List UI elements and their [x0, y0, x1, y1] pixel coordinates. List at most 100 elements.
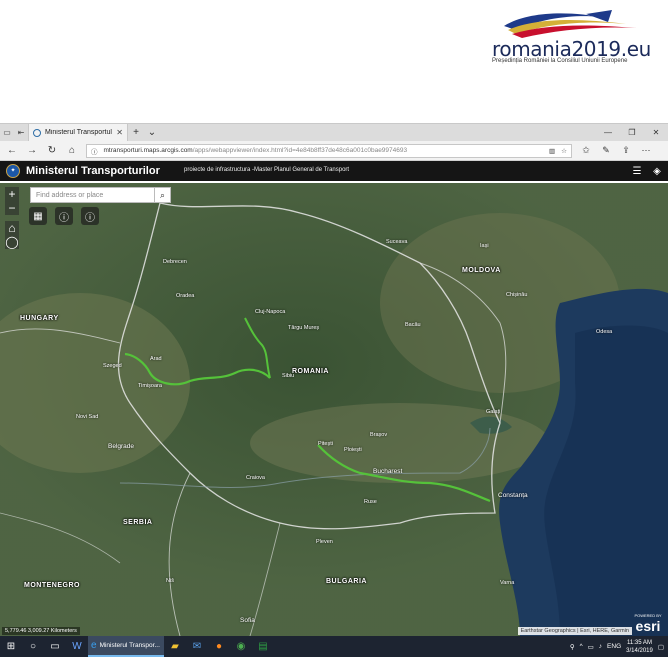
city-label: Ruse [364, 499, 377, 505]
locate-icon[interactable]: ◯ [5, 235, 19, 249]
browser-tab[interactable]: Ministerul Transportulu ✕ [28, 124, 128, 141]
city-label: Iași [480, 243, 489, 249]
satellite-basemap [0, 183, 668, 636]
city-label: Sibiu [282, 373, 295, 379]
esri-logo: POWERED BY esri [632, 613, 664, 635]
firefox-icon[interactable]: ● [208, 636, 230, 657]
restore-icon[interactable]: ❐ [620, 124, 644, 141]
city-label: Pitești [318, 441, 333, 447]
menu-list-icon[interactable]: ☰ [630, 163, 644, 179]
city-label: Novi Sad [76, 414, 99, 420]
edge-icon: e [91, 640, 97, 651]
task-view-icon[interactable]: ▭ [44, 636, 66, 657]
word-icon[interactable]: W [66, 636, 88, 657]
brand-subtitle: Președinția României la Consiliul Uniuni… [492, 58, 628, 64]
city-label: Constanța [498, 492, 528, 499]
country-label: HUNGARY [20, 315, 59, 322]
forward-icon[interactable]: → [26, 145, 38, 156]
city-label: Timișoara [138, 383, 162, 389]
city-label: Galați [486, 409, 501, 415]
new-tab-icon[interactable]: + [128, 127, 144, 138]
address-bar: ← → ↻ ⌂ ⓘ mtransporturi.maps.arcgis.com /… [0, 141, 668, 161]
language-indicator[interactable]: ENG [607, 643, 621, 650]
map-view[interactable]: HUNGARY ROMANIA MOLDOVA SERBIA BULGARIA … [0, 183, 668, 636]
esri-label: esri [635, 618, 661, 634]
url-host: mtransporturi.maps.arcgis.com [103, 147, 193, 154]
country-label: MOLDOVA [462, 267, 501, 274]
search-taskbar-icon[interactable]: ○ [22, 636, 44, 657]
search-icon[interactable]: ⌕ [154, 187, 170, 203]
tab-close-icon[interactable]: ✕ [116, 128, 123, 137]
city-label: Oradea [176, 293, 195, 299]
network-icon[interactable]: ▭ [588, 643, 594, 651]
browser-window: ▭ ⇤ Ministerul Transportulu ✕ + ⌄ — ❐ ✕ … [0, 123, 668, 657]
search-box[interactable]: Find address or place ⌕ [30, 187, 171, 203]
favorites-icon[interactable]: ✩ [580, 145, 592, 156]
city-label: Pleven [316, 539, 333, 545]
city-label: Sofia [240, 617, 255, 624]
city-label: Bucharest [373, 468, 403, 475]
tab-aside-icon[interactable]: ⇤ [14, 124, 28, 141]
zoom-out-icon[interactable]: − [5, 201, 19, 215]
search-input[interactable]: Find address or place [31, 192, 154, 199]
city-label: Bacău [405, 322, 421, 328]
windows-taskbar: ⊞ ○ ▭ W e Ministerul Transpor... ▰ ✉ ● ◉… [0, 636, 668, 657]
tab-bar: ▭ ⇤ Ministerul Transportulu ✕ + ⌄ — ❐ ✕ [0, 124, 668, 141]
city-label: Brașov [370, 432, 388, 438]
tab-preview-icon[interactable]: ▭ [0, 124, 14, 141]
file-explorer-icon[interactable]: ▰ [164, 636, 186, 657]
share-icon[interactable]: ⇪ [620, 145, 632, 156]
zoom-controls: + − ⌂ ◯ [5, 187, 19, 249]
country-label: BULGARIA [326, 578, 367, 585]
city-label: Szeged [103, 363, 122, 369]
zoom-in-icon[interactable]: + [5, 187, 19, 201]
country-label: ROMANIA [292, 368, 329, 375]
home-icon[interactable]: ⌂ [66, 145, 78, 156]
taskbar-app-label: Ministerul Transpor... [99, 642, 160, 649]
widget-bar: ▦ ⓘ ⓘ [29, 207, 99, 225]
back-icon[interactable]: ← [6, 145, 18, 156]
refresh-icon[interactable]: ↻ [46, 145, 58, 156]
chrome-icon[interactable]: ◉ [230, 636, 252, 657]
lock-icon: ⓘ [91, 148, 98, 156]
city-label: Suceava [386, 239, 408, 245]
people-icon[interactable]: ⚲ [570, 643, 575, 651]
window-controls: — ❐ ✕ [596, 124, 668, 141]
tray-chevron-icon[interactable]: ^ [580, 643, 583, 650]
attribution[interactable]: Earthstar Geographics | Esri, HERE, Garm… [517, 627, 632, 635]
taskbar-edge-app[interactable]: e Ministerul Transpor... [88, 636, 164, 657]
clock[interactable]: 11:35 AM 3/14/2019 [626, 639, 653, 655]
minimize-icon[interactable]: — [596, 124, 620, 141]
app-subtitle: proiecte de infrastructura -Master Planu… [184, 167, 350, 173]
tab-title: Ministerul Transportulu [45, 129, 113, 136]
city-label: Arad [150, 356, 162, 362]
volume-icon[interactable]: ♪ [599, 643, 602, 650]
outlook-icon[interactable]: ✉ [186, 636, 208, 657]
windows-start-icon[interactable]: ⊞ [0, 636, 22, 657]
city-label: Niš [166, 578, 174, 584]
city-label: Odesa [596, 329, 613, 335]
tab-list-chevron-icon[interactable]: ⌄ [144, 127, 160, 138]
reading-view-icon[interactable]: ▥ [549, 147, 555, 155]
layers-icon[interactable]: ◈ [650, 163, 664, 179]
country-label: SERBIA [123, 519, 153, 526]
basemap-gallery-icon[interactable]: ▦ [29, 207, 47, 225]
info-icon[interactable]: ⓘ [55, 207, 73, 225]
header-controls: ☰ ◈ [630, 163, 664, 179]
coordinate-readout: 5,779.46 3,009.27 Kilometers [2, 627, 80, 635]
city-label: Debrecen [163, 259, 187, 265]
home-extent-icon[interactable]: ⌂ [5, 221, 19, 235]
pen-icon[interactable]: ✎ [600, 145, 612, 156]
city-label: Belgrade [108, 443, 135, 450]
close-window-icon[interactable]: ✕ [644, 124, 668, 141]
favorite-star-icon[interactable]: ☆ [561, 147, 567, 155]
notifications-icon[interactable]: ▢ [658, 643, 664, 651]
app-title: Ministerul Transporturilor [26, 165, 160, 177]
city-label: Cluj-Napoca [255, 309, 286, 315]
city-label: Craiova [246, 475, 265, 481]
excel-icon[interactable]: ▤ [252, 636, 274, 657]
tab-favicon-icon [33, 128, 41, 137]
url-field[interactable]: ⓘ mtransporturi.maps.arcgis.com/apps/web… [86, 143, 572, 158]
more-icon[interactable]: ⋯ [640, 145, 652, 156]
about-icon[interactable]: ⓘ [81, 207, 99, 225]
